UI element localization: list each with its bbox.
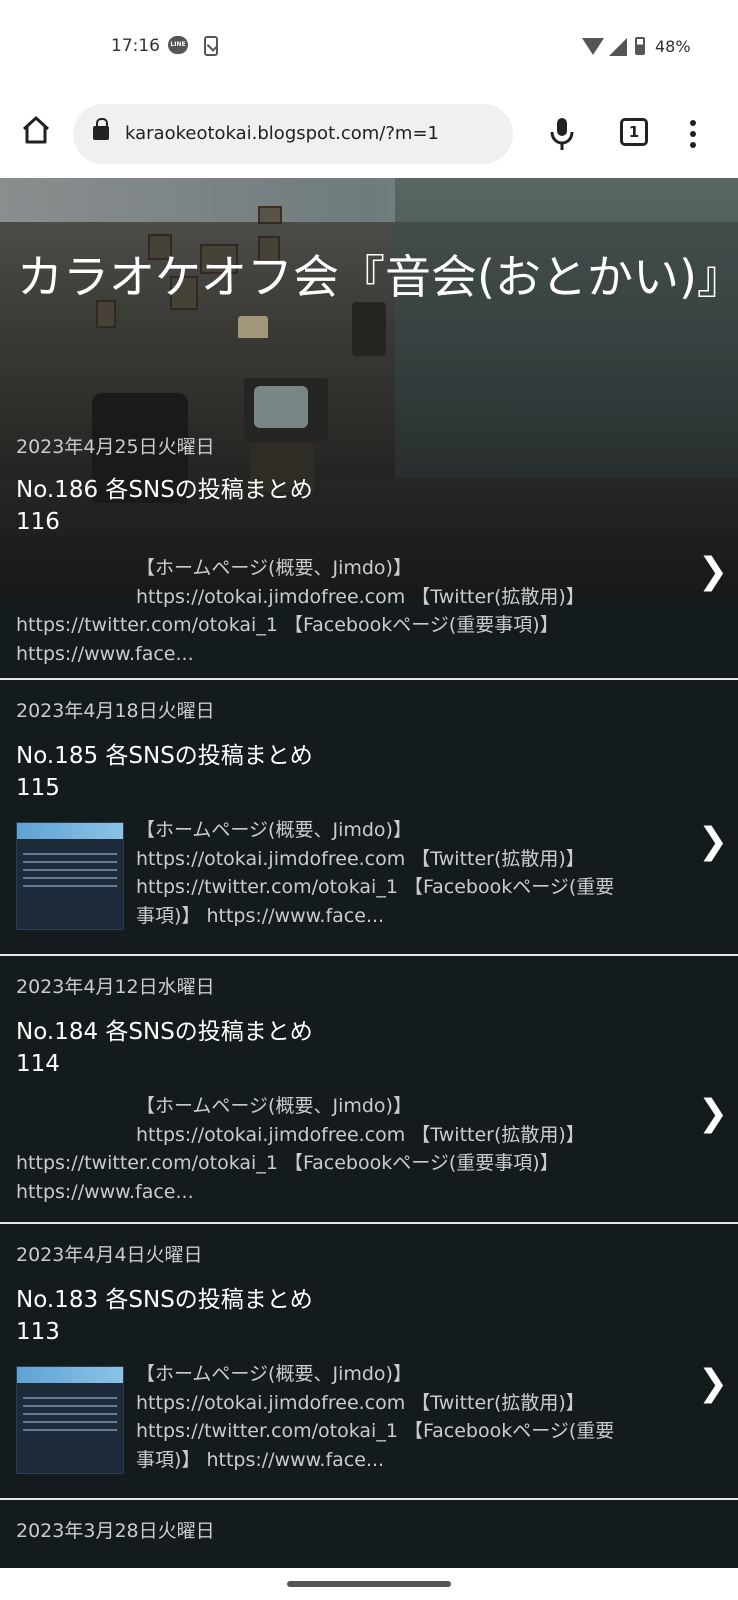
blog-page: カラオケオフ会『音会(おとかい)』 2023年4月25日火曜日 No.186 各… [0,178,738,1568]
url-text[interactable]: karaokeotokai.blogspot.com/?m=1 [125,123,439,144]
chevron-right-icon[interactable]: ❯ [698,1094,728,1134]
home-icon[interactable] [20,114,52,146]
post-title[interactable]: No.183 各SNSの投稿まとめ 113 [16,1284,676,1348]
post-snippet: 【ホームページ(概要、Jimdo)】 https://otokai.jimdof… [16,557,585,665]
post-snippet: 【ホームページ(概要、Jimdo)】 https://otokai.jimdof… [136,819,615,927]
post-date: 2023年4月25日火曜日 [16,436,215,458]
lock-icon [93,118,109,140]
post-item[interactable]: 2023年4月25日火曜日 No.186 各SNSの投稿まとめ 116 【ホーム… [0,424,738,678]
chevron-right-icon[interactable]: ❯ [698,1364,728,1404]
post-date: 2023年3月28日火曜日 [16,1520,215,1542]
chevron-right-icon[interactable]: ❯ [698,552,728,592]
status-time: 17:16 [111,36,160,56]
post-snippet: 【ホームページ(概要、Jimdo)】 https://otokai.jimdof… [16,1095,585,1203]
line-app-icon: LINE [168,36,188,54]
post-item[interactable]: 2023年4月12日水曜日 No.184 各SNSの投稿まとめ 114 【ホーム… [0,956,738,1222]
post-thumbnail[interactable] [16,822,124,930]
gesture-handle[interactable] [287,1581,451,1587]
address-bar[interactable]: karaokeotokai.blogspot.com/?m=1 [73,104,513,164]
post-date: 2023年4月4日火曜日 [16,1244,203,1266]
post-thumbnail[interactable] [16,1366,124,1474]
browser-toolbar: karaokeotokai.blogspot.com/?m=1 1 [0,96,738,178]
post-item[interactable]: 2023年3月28日火曜日 [0,1500,738,1568]
post-title[interactable]: No.186 各SNSの投稿まとめ 116 [16,474,676,538]
more-options-icon[interactable] [690,120,696,150]
battery-percent: 48% [655,37,691,56]
post-title[interactable]: No.185 各SNSの投稿まとめ 115 [16,740,676,804]
blog-title[interactable]: カラオケオフ会『音会(おとかい)』 [17,246,738,308]
post-item[interactable]: 2023年4月4日火曜日 No.183 各SNSの投稿まとめ 113 【ホームペ… [0,1224,738,1498]
post-date: 2023年4月12日水曜日 [16,976,215,998]
post-date: 2023年4月18日火曜日 [16,700,215,722]
microphone-icon[interactable] [548,116,576,152]
tab-switcher-button[interactable]: 1 [620,118,648,146]
battery-icon [635,37,645,55]
system-nav-bar [0,1568,738,1600]
chevron-right-icon[interactable]: ❯ [698,822,728,862]
post-snippet: 【ホームページ(概要、Jimdo)】 https://otokai.jimdof… [136,1363,615,1471]
post-item[interactable]: 2023年4月18日火曜日 No.185 各SNSの投稿まとめ 115 【ホーム… [0,680,738,954]
post-title[interactable]: No.184 各SNSの投稿まとめ 114 [16,1016,676,1080]
cell-signal-icon [609,38,627,56]
download-notification-icon [204,36,218,56]
wifi-icon [582,38,604,55]
status-bar: 17:16 LINE 48% [0,0,738,96]
